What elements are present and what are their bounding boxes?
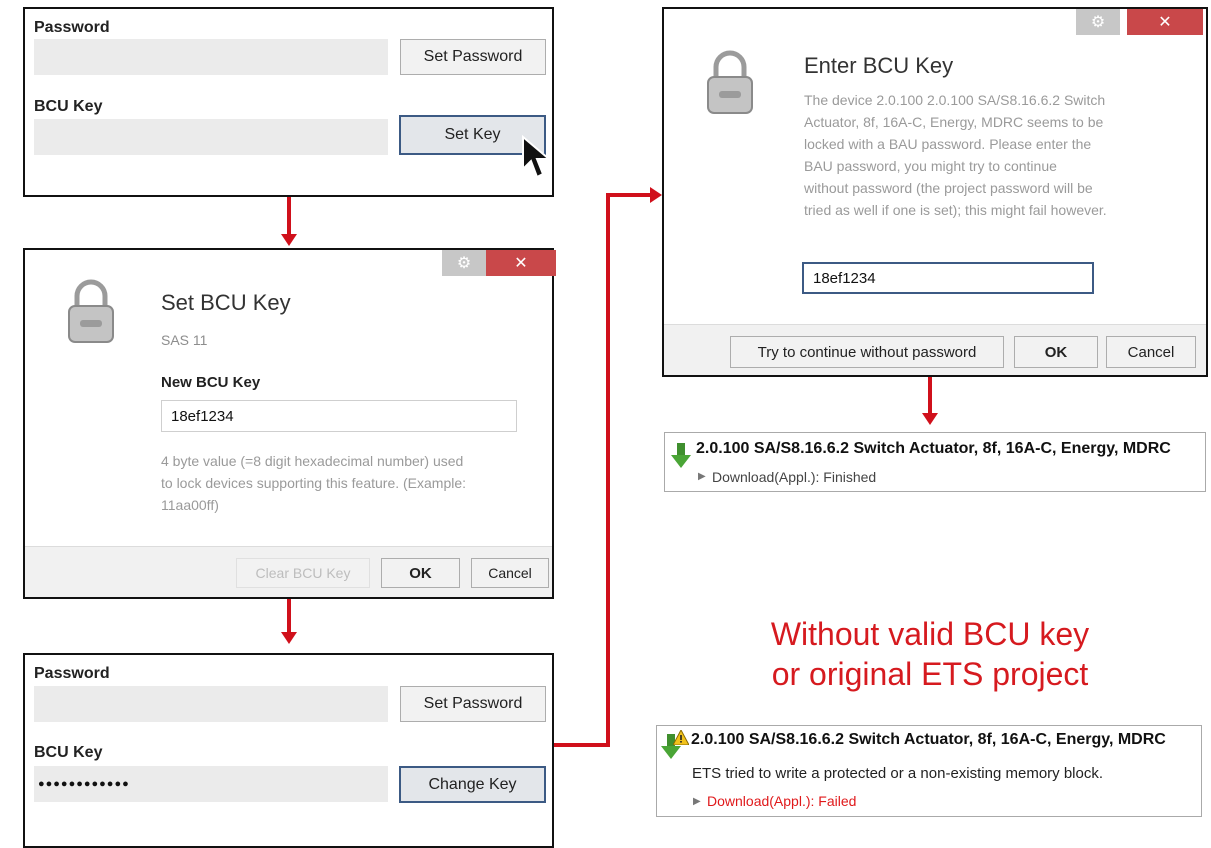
lock-icon [68, 279, 114, 343]
settings-icon[interactable]: ⚙ [1076, 9, 1120, 35]
close-button[interactable]: ✕ [486, 250, 556, 276]
device-name: 2.0.100 SA/S8.16.6.2 Switch Actuator, 8f… [691, 731, 1166, 748]
bcu-key-field[interactable] [34, 119, 388, 155]
flow-arrowhead-4 [922, 413, 938, 425]
help-text-line-3: 11aa00ff) [161, 497, 219, 513]
expand-arrow-icon[interactable]: ▶ [698, 471, 706, 482]
bcu-key-label: BCU Key [34, 98, 103, 115]
download-status-failed: 2.0.100 SA/S8.16.6.2 Switch Actuator, 8f… [656, 725, 1202, 817]
set-bcu-key-dialog: ⚙ ✕ Set BCU Key SAS 11 New BCU Key 18ef1… [23, 248, 556, 599]
password-field[interactable] [34, 686, 388, 722]
flow-arrow-1 [287, 197, 291, 237]
message-line-2: Actuator, 8f, 16A-C, Energy, MDRC seems … [804, 114, 1104, 130]
expand-arrow-icon[interactable]: ▶ [693, 796, 701, 807]
warning-heading-line-2: or original ETS project [771, 656, 1089, 692]
flow-arrowhead-1 [281, 234, 297, 246]
flow-connector-h1 [554, 743, 610, 747]
flow-connector-h2 [606, 193, 652, 197]
warning-icon [673, 730, 689, 745]
bcu-settings-panel-locked: Password Set Password BCU Key ●●●●●●●●●●… [23, 653, 554, 848]
dialog-footer: Try to continue without password OK Canc… [664, 324, 1206, 375]
lock-icon [707, 50, 753, 114]
flow-connector-v [606, 193, 610, 747]
device-name: 2.0.100 SA/S8.16.6.2 Switch Actuator, 8f… [696, 440, 1171, 457]
set-password-button[interactable]: Set Password [400, 39, 546, 75]
new-bcu-key-label: New BCU Key [161, 374, 261, 391]
error-message: ETS tried to write a protected or a non-… [692, 765, 1104, 782]
message-line-5: without password (the project password w… [804, 180, 1093, 196]
ok-button[interactable]: OK [381, 558, 460, 588]
cancel-button[interactable]: Cancel [1106, 336, 1196, 368]
enter-bcu-key-dialog: ⚙ ✕ Enter BCU Key The device 2.0.100 2.0… [662, 7, 1208, 377]
set-password-button[interactable]: Set Password [400, 686, 546, 722]
clear-bcu-key-button[interactable]: Clear BCU Key [236, 558, 370, 588]
message-line-4: BAU password, you might try to continue [804, 158, 1057, 174]
download-status-success: 2.0.100 SA/S8.16.6.2 Switch Actuator, 8f… [664, 432, 1206, 492]
warning-heading: Without valid BCU key or original ETS pr… [700, 614, 1160, 694]
message-line-1: The device 2.0.100 2.0.100 SA/S8.16.6.2 … [804, 92, 1106, 108]
settings-icon[interactable]: ⚙ [442, 250, 486, 276]
message-line-3: locked with a BAU password. Please enter… [804, 136, 1092, 152]
help-text-line-2: to lock devices supporting this feature.… [161, 475, 467, 491]
mouse-cursor-icon [522, 135, 552, 179]
flow-arrow-4 [928, 377, 932, 415]
dialog-subtitle: SAS 11 [161, 332, 208, 348]
download-status-line: Download(Appl.): Finished [712, 469, 877, 485]
dialog-title: Enter BCU Key [804, 53, 954, 78]
dialog-footer: Clear BCU Key OK Cancel [25, 546, 552, 597]
password-field[interactable] [34, 39, 388, 75]
cancel-button[interactable]: Cancel [471, 558, 549, 588]
bcu-key-input[interactable]: 18ef1234 [802, 262, 1094, 294]
change-key-button[interactable]: Change Key [399, 766, 546, 803]
warning-heading-line-1: Without valid BCU key [770, 616, 1090, 652]
close-button[interactable]: ✕ [1127, 9, 1203, 35]
message-line-6: tried as well if one is set); this might… [804, 202, 1107, 218]
dialog-title: Set BCU Key [161, 290, 291, 315]
ok-button[interactable]: OK [1014, 336, 1098, 368]
flow-arrow-2 [287, 599, 291, 635]
download-arrow-icon [671, 443, 691, 468]
password-label: Password [34, 665, 110, 682]
bcu-key-field[interactable]: ●●●●●●●●●●●● [34, 766, 388, 802]
help-text-line-1: 4 byte value (=8 digit hexadecimal numbe… [161, 453, 464, 469]
bcu-key-label: BCU Key [34, 744, 103, 761]
try-without-password-button[interactable]: Try to continue without password [730, 336, 1004, 368]
masked-bcu-key: ●●●●●●●●●●●● [38, 778, 130, 790]
password-label: Password [34, 19, 110, 36]
new-bcu-key-input[interactable]: 18ef1234 [161, 400, 517, 432]
flow-arrowhead-2 [281, 632, 297, 644]
bcu-settings-panel-initial: Password Set Password BCU Key Set Key [23, 7, 554, 197]
download-status-line: Download(Appl.): Failed [707, 793, 857, 809]
